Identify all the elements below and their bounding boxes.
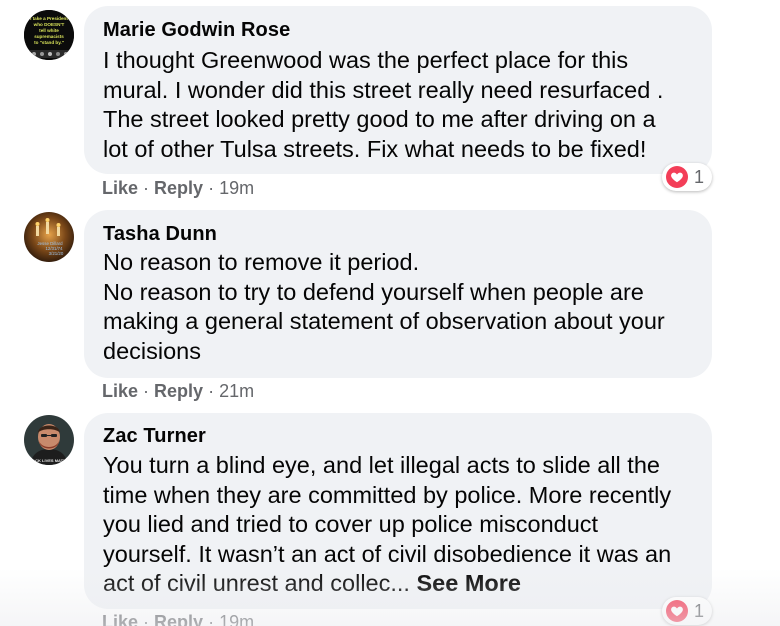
comment-actions: Like · Reply · 19m <box>102 612 254 626</box>
svg-text:BLACK LIVES MATTER: BLACK LIVES MATTER <box>27 458 71 463</box>
comment-author[interactable]: Zac Turner <box>103 425 206 448</box>
comment-bubble: Zac Turner You turn a blind eye, and let… <box>84 413 712 609</box>
see-more-link[interactable]: See More <box>416 570 521 596</box>
reaction-count: 1 <box>694 600 705 621</box>
comment-text-body: You turn a blind eye, and let illegal ac… <box>103 452 672 596</box>
heart-icon <box>666 600 688 622</box>
reaction-badge[interactable]: 1 <box>662 597 713 625</box>
comment-zac-turner: BLACK LIVES MATTER Zac Turner You turn a… <box>0 0 780 626</box>
like-button[interactable]: Like <box>102 612 138 626</box>
separator: · <box>208 612 220 626</box>
avatar[interactable]: BLACK LIVES MATTER <box>24 415 74 465</box>
comment-timestamp[interactable]: 19m <box>219 612 254 626</box>
reply-button[interactable]: Reply <box>154 612 203 626</box>
comments-section: I take a President who DOESN'T tell whit… <box>0 0 780 626</box>
comment-text: You turn a blind eye, and let illegal ac… <box>103 451 671 599</box>
profile-photo-avatar-icon: BLACK LIVES MATTER <box>24 415 74 465</box>
separator: · <box>143 612 155 626</box>
